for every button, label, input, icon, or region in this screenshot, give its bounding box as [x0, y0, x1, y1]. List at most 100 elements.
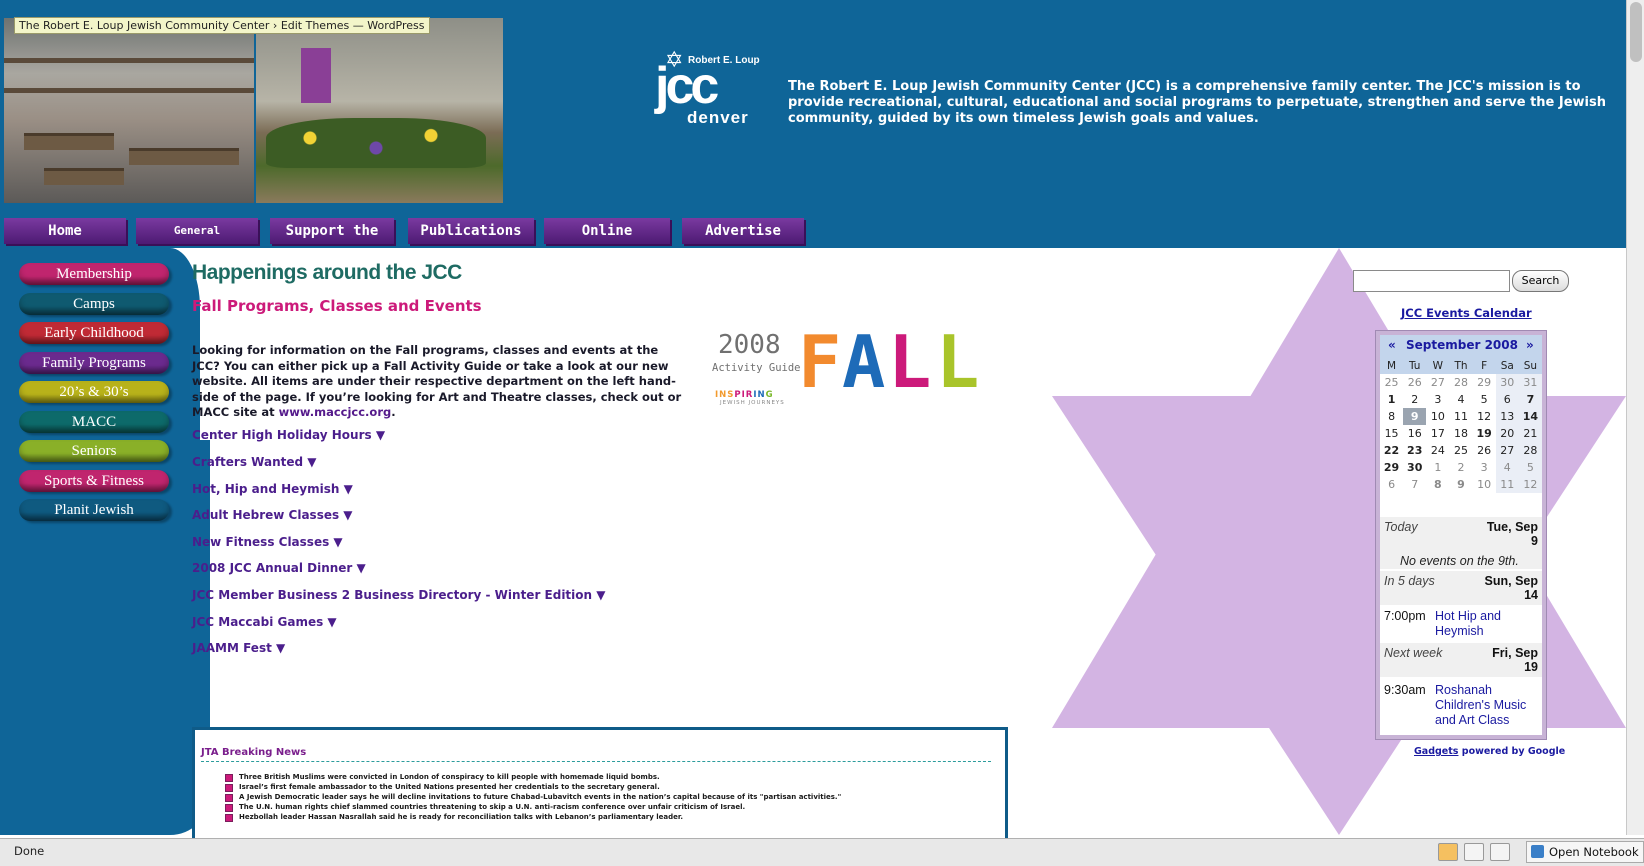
page-heading: Happenings around the JCC — [192, 261, 462, 284]
nav-general-information[interactable]: General Information — [136, 218, 258, 263]
event-link[interactable]: JCC Member Business 2 Business Directory… — [192, 588, 605, 602]
calendar-day[interactable]: 21 — [1518, 425, 1542, 442]
calendar-day[interactable]: 26 — [1473, 442, 1496, 459]
calendar-day[interactable]: 2 — [1449, 459, 1472, 476]
calendar-day-today[interactable]: 9 — [1403, 408, 1427, 425]
agenda-event-roshanah[interactable]: Roshanah Children's Music and Art Class — [1435, 683, 1539, 728]
calendar-day[interactable]: 11 — [1495, 476, 1519, 493]
gadget-credit: Gadgets powered by Google — [1414, 746, 1565, 757]
nav-support-the-jcc[interactable]: Support the JCC — [270, 218, 394, 265]
news-item[interactable]: Israel’s first female ambassador to the … — [225, 782, 841, 792]
calendar-day[interactable]: 1 — [1380, 391, 1403, 408]
calendar-day[interactable]: 30 — [1495, 374, 1519, 391]
calendar-day[interactable]: 28 — [1518, 442, 1542, 459]
gadgets-link[interactable]: Gadgets — [1414, 746, 1458, 757]
calendar-day[interactable]: 26 — [1403, 374, 1426, 391]
calendar-day[interactable]: 12 — [1473, 408, 1496, 425]
prev-month-button[interactable]: « — [1388, 338, 1396, 352]
event-link[interactable]: Center High Holiday Hours ▼ — [192, 428, 385, 442]
calendar-day[interactable]: 8 — [1426, 476, 1449, 493]
agenda-event-hot-hip[interactable]: Hot Hip and Heymish — [1435, 609, 1539, 639]
event-link[interactable]: JCC Maccabi Games ▼ — [192, 615, 337, 629]
sidebar-item-membership[interactable]: Membership — [19, 263, 169, 285]
nav-advertise[interactable]: Advertise — [682, 218, 804, 244]
calendar-day[interactable]: 11 — [1449, 408, 1472, 425]
calendar-day[interactable]: 31 — [1518, 374, 1542, 391]
calendar-day[interactable]: 18 — [1449, 425, 1472, 442]
calendar-month: September 2008 — [1406, 338, 1518, 352]
search-input[interactable] — [1353, 270, 1510, 292]
calendar-day[interactable]: 24 — [1426, 442, 1449, 459]
macc-link[interactable]: www.maccjcc.org — [279, 405, 392, 419]
calendar-day[interactable]: 19 — [1473, 425, 1496, 442]
calendar-day[interactable]: 14 — [1518, 408, 1542, 425]
sidebar-item-family-programs[interactable]: Family Programs — [19, 352, 169, 374]
calendar-day[interactable]: 28 — [1449, 374, 1472, 391]
sidebar-item-sports-fitness[interactable]: Sports & Fitness — [19, 470, 169, 492]
calendar-day[interactable]: 7 — [1518, 391, 1542, 408]
notes-icon[interactable] — [1490, 843, 1510, 861]
event-link[interactable]: JAAMM Fest ▼ — [192, 641, 285, 655]
news-item[interactable]: A Jewish Democratic leader says he will … — [225, 792, 841, 802]
calendar-day[interactable]: 17 — [1426, 425, 1449, 442]
event-link[interactable]: 2008 JCC Annual Dinner ▼ — [192, 561, 366, 575]
sidebar-item-20-s-30-s[interactable]: 20’s & 30’s — [19, 381, 169, 403]
news-item[interactable]: Three British Muslims were convicted in … — [225, 772, 841, 782]
calendar-day[interactable]: 8 — [1380, 408, 1403, 425]
sidebar-item-early-childhood[interactable]: Early Childhood — [19, 322, 169, 344]
calendar-day[interactable]: 6 — [1380, 476, 1403, 493]
event-link[interactable]: Crafters Wanted ▼ — [192, 455, 316, 469]
calendar-day[interactable]: 4 — [1449, 391, 1472, 408]
calendar-day[interactable]: 15 — [1380, 425, 1403, 442]
calendar-day[interactable]: 23 — [1403, 442, 1426, 459]
calendar-day[interactable]: 27 — [1495, 442, 1519, 459]
calendar-day[interactable]: 20 — [1495, 425, 1519, 442]
next-month-button[interactable]: » — [1526, 338, 1534, 352]
fall-activity-guide-graphic[interactable]: 2008 Activity Guide INSPIRING JEWISH JOU… — [712, 322, 1002, 406]
nav-home[interactable]: Home — [4, 218, 126, 244]
calendar-day[interactable]: 10 — [1473, 476, 1496, 493]
calendar-day[interactable]: 1 — [1426, 459, 1449, 476]
calendar-day[interactable]: 3 — [1426, 391, 1449, 408]
jcc-denver-logo[interactable]: ✡ Robert E. Loup jcc denver — [655, 48, 775, 130]
calendar-day[interactable]: 25 — [1449, 442, 1472, 459]
vertical-scrollbar[interactable] — [1626, 0, 1644, 835]
calendar-day[interactable]: 5 — [1518, 459, 1542, 476]
calendar-day[interactable]: 29 — [1473, 374, 1496, 391]
search-button[interactable]: Search — [1512, 270, 1569, 292]
calendar-day[interactable]: 16 — [1403, 425, 1426, 442]
sidebar-item-planit-jewish[interactable]: Planit Jewish — [19, 499, 169, 521]
event-link[interactable]: Adult Hebrew Classes ▼ — [192, 508, 353, 522]
calendar-header: « September 2008 » — [1380, 335, 1542, 357]
calendar-day[interactable]: 6 — [1495, 391, 1519, 408]
news-item[interactable]: Hezbollah leader Hassan Nasrallah said h… — [225, 812, 841, 822]
nav-publications[interactable]: Publications — [408, 218, 534, 244]
event-link[interactable]: New Fitness Classes ▼ — [192, 535, 343, 549]
news-item[interactable]: The U.N. human rights chief slammed coun… — [225, 802, 841, 812]
calendar-day[interactable]: 25 — [1380, 374, 1403, 391]
sidebar-item-camps[interactable]: Camps — [19, 293, 169, 315]
calendar-day[interactable]: 13 — [1495, 408, 1519, 425]
nav-online-services[interactable]: Online Services — [544, 218, 670, 265]
calendar-day[interactable]: 3 — [1473, 459, 1496, 476]
calendar-day[interactable]: 9 — [1449, 476, 1472, 493]
calendar-day[interactable]: 30 — [1403, 459, 1426, 476]
calendar-day[interactable]: 10 — [1426, 408, 1449, 425]
open-notebook-button[interactable]: Open Notebook — [1526, 841, 1644, 863]
events-calendar-link[interactable]: JCC Events Calendar — [1401, 306, 1532, 320]
event-link[interactable]: Hot, Hip and Heymish ▼ — [192, 482, 353, 496]
calendar-day[interactable]: 12 — [1518, 476, 1542, 493]
sidebar-item-macc[interactable]: MACC — [19, 411, 169, 433]
calendar-day[interactable]: 7 — [1403, 476, 1426, 493]
calendar-day[interactable]: 5 — [1473, 391, 1496, 408]
lock-icon[interactable] — [1464, 843, 1484, 861]
sidebar-item-seniors[interactable]: Seniors — [19, 440, 169, 462]
calendar-day[interactable]: 4 — [1495, 459, 1519, 476]
calendar-day[interactable]: 27 — [1426, 374, 1449, 391]
calendar-day[interactable]: 22 — [1380, 442, 1403, 459]
calendar-day[interactable]: 29 — [1380, 459, 1403, 476]
scrollbar-thumb[interactable] — [1630, 2, 1642, 62]
edit-icon[interactable] — [1438, 843, 1458, 861]
calendar-day[interactable]: 2 — [1403, 391, 1426, 408]
intro-end: . — [391, 405, 396, 419]
